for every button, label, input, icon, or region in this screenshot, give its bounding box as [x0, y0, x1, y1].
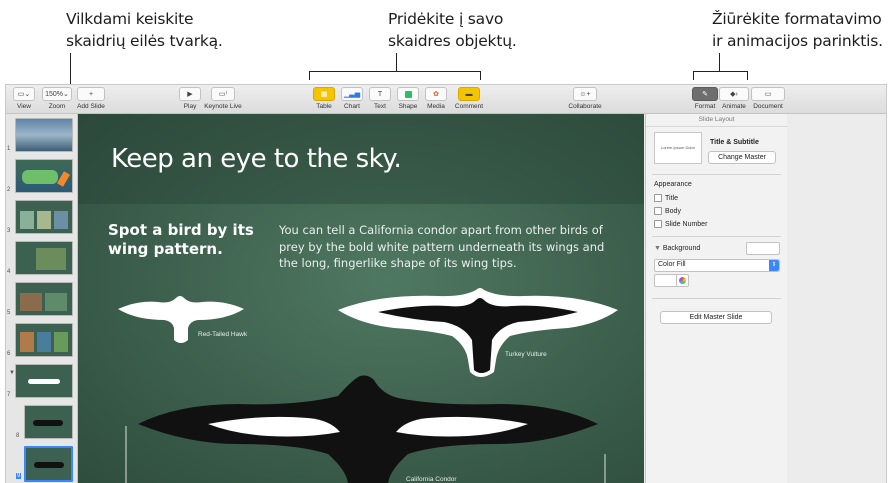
animate-icon: ◆›: [719, 87, 749, 101]
slide-navigator[interactable]: 1 2 3 4 5 6 ▼ 7 8 9: [6, 114, 78, 483]
slide-number: 5: [7, 310, 10, 316]
plus-icon: +: [77, 87, 105, 101]
add-slide-button[interactable]: + Add Slide: [77, 87, 105, 110]
slide-number-checkbox[interactable]: Slide Number: [654, 220, 707, 228]
checkbox-box[interactable]: [654, 220, 662, 228]
title-checkbox[interactable]: Title: [654, 194, 678, 202]
current-slide[interactable]: Keep an eye to the sky. Spot a bird by i…: [78, 114, 644, 483]
keynote-live-button[interactable]: ▭⁾ Keynote Live: [204, 87, 242, 110]
checkbox-box[interactable]: [654, 194, 662, 202]
inspector-header: Slide Layout: [646, 114, 787, 127]
keynote-live-icon: ▭⁾: [211, 87, 235, 101]
collaborate-icon: ☺+: [573, 87, 597, 101]
slide-thumb-2[interactable]: [15, 159, 73, 193]
shape-icon: [397, 87, 419, 101]
text-icon: T: [369, 87, 391, 101]
slide-thumb-5[interactable]: [15, 282, 73, 316]
slide-thumb-1[interactable]: [15, 118, 73, 152]
slide-number: 8: [16, 433, 19, 439]
bird-silhouettes[interactable]: [78, 114, 644, 483]
slide-number: 7: [7, 392, 10, 398]
collaborate-button[interactable]: ☺+ Collaborate: [566, 87, 604, 110]
slide-thumb-7[interactable]: [15, 364, 73, 398]
vulture-silhouette[interactable]: [338, 288, 618, 377]
background-label[interactable]: ▼ Background: [654, 245, 700, 252]
media-button[interactable]: ✿ Media: [425, 87, 447, 110]
callout-line-center-r: [480, 71, 481, 80]
divider: [652, 174, 781, 175]
format-button[interactable]: ✎ Format: [692, 87, 718, 110]
table-button[interactable]: ▦ Table: [313, 87, 335, 110]
keynote-window: ▭⌄ View 150%⌄ Zoom + Add Slide ▶ Play ▭⁾…: [5, 84, 887, 483]
condor-silhouette[interactable]: [138, 376, 598, 483]
chart-button[interactable]: ▁▃▅ Chart: [341, 87, 363, 110]
callout-line-center-l: [309, 71, 310, 80]
select-arrows-icon: ⇕: [769, 260, 779, 271]
format-inspector: Slide Layout Lorem Ipsum Dolor Title & S…: [645, 114, 787, 483]
slide-number: 2: [7, 187, 10, 193]
checkbox-box[interactable]: [654, 207, 662, 215]
caption-vulture[interactable]: Turkey Vulture: [505, 351, 547, 358]
appearance-label: Appearance: [654, 181, 692, 188]
callout-reorder: Vilkdami keiskite skaidrių eilės tvarką.: [66, 8, 241, 52]
animate-button[interactable]: ◆› Animate: [719, 87, 749, 110]
callout-add-objects: Pridėkite į savo skaidres objektų.: [388, 8, 533, 52]
divider: [652, 236, 781, 237]
slide-number: 3: [7, 228, 10, 234]
zoom-button[interactable]: 150%⌄ Zoom: [42, 87, 72, 110]
view-button[interactable]: ▭⌄ View: [13, 87, 35, 110]
chart-icon: ▁▃▅: [341, 87, 363, 101]
callout-line-center-v: [396, 53, 397, 71]
fill-type-select[interactable]: Color Fill ⇕: [654, 259, 780, 272]
edit-master-slide-button[interactable]: Edit Master Slide: [660, 311, 772, 324]
play-icon: ▶: [179, 87, 201, 101]
sidebar-icon: ▭⌄: [13, 87, 35, 101]
slide-number: 4: [7, 269, 10, 275]
slide-thumb-8[interactable]: [24, 405, 73, 439]
background-color-well[interactable]: [746, 242, 780, 255]
document-button[interactable]: ▭ Document: [751, 87, 785, 110]
body-checkbox[interactable]: Body: [654, 207, 681, 215]
slide-number: 1: [7, 146, 10, 152]
comment-button[interactable]: ▬ Comment: [453, 87, 485, 110]
master-name: Title & Subtitle: [710, 139, 759, 146]
toolbar: ▭⌄ View 150%⌄ Zoom + Add Slide ▶ Play ▭⁾…: [6, 85, 886, 114]
comment-icon: ▬: [458, 87, 480, 101]
media-icon: ✿: [425, 87, 447, 101]
slide-thumb-9[interactable]: [24, 446, 73, 482]
callout-line-right-r: [747, 71, 748, 80]
divider: [652, 298, 781, 299]
text-button[interactable]: T Text: [369, 87, 391, 110]
table-icon: ▦: [313, 87, 335, 101]
master-thumbnail[interactable]: Lorem Ipsum Dolor: [654, 132, 702, 164]
document-icon: ▭: [751, 87, 785, 101]
slide-number: 6: [7, 351, 10, 357]
fill-color-well[interactable]: [654, 274, 678, 287]
shape-button[interactable]: Shape: [397, 87, 419, 110]
callout-line-right-h: [693, 71, 748, 72]
slide-number: 9: [16, 473, 21, 479]
play-button[interactable]: ▶ Play: [179, 87, 201, 110]
paintbrush-icon: ✎: [692, 87, 718, 101]
disclosure-triangle-icon: ▼: [654, 245, 663, 252]
callout-line-right-v: [719, 53, 720, 71]
change-master-button[interactable]: Change Master: [708, 151, 776, 164]
callout-format-animate: Žiūrėkite formatavimo ir animacijos pari…: [712, 8, 892, 52]
callout-line-center-h: [309, 71, 481, 72]
color-wheel-icon[interactable]: [676, 274, 689, 287]
slide-thumb-3[interactable]: [15, 200, 73, 234]
window-right-edge: [787, 114, 886, 483]
caption-hawk[interactable]: Red-Tailed Hawk: [198, 331, 247, 338]
slide-thumb-6[interactable]: [15, 323, 73, 357]
callout-line-right-l: [693, 71, 694, 80]
slide-thumb-4[interactable]: [15, 241, 73, 275]
zoom-value: 150%⌄: [42, 87, 72, 101]
slide-canvas[interactable]: Keep an eye to the sky. Spot a bird by i…: [78, 114, 644, 483]
